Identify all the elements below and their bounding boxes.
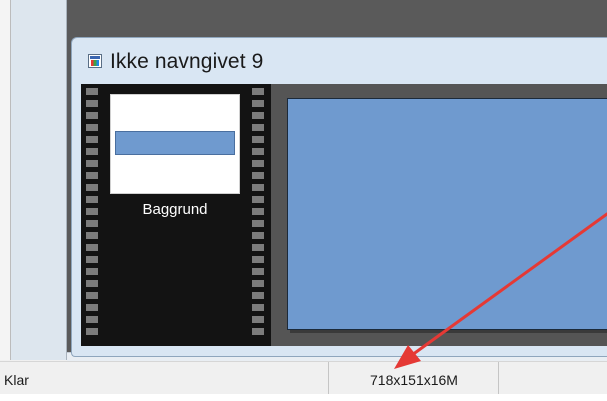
document-window[interactable]: Ikke navngivet 9 Baggrund bbox=[71, 37, 607, 357]
layer-filmstrip: Baggrund bbox=[81, 84, 271, 346]
document-client-area: Baggrund bbox=[81, 84, 607, 346]
filmstrip-sprockets-left bbox=[86, 88, 98, 338]
image-document-icon bbox=[88, 54, 102, 68]
status-bar: Klar 718x151x16M bbox=[0, 361, 607, 394]
status-ready-text: Klar bbox=[0, 362, 329, 394]
canvas-area bbox=[271, 84, 607, 346]
document-titlebar[interactable]: Ikke navngivet 9 bbox=[72, 38, 607, 84]
layer-label[interactable]: Baggrund bbox=[110, 201, 240, 218]
layer-thumbnail-preview bbox=[115, 131, 235, 155]
filmstrip-sprockets-right bbox=[252, 88, 264, 338]
status-image-size: 718x151x16M bbox=[330, 362, 499, 394]
image-canvas[interactable] bbox=[287, 98, 607, 330]
app-window: Ikke navngivet 9 Baggrund Klar 718x151x1… bbox=[0, 0, 607, 401]
document-title: Ikke navngivet 9 bbox=[110, 50, 264, 73]
side-panel bbox=[11, 0, 67, 360]
bottom-strip bbox=[0, 394, 607, 401]
status-extra-cell bbox=[500, 362, 607, 394]
layer-thumbnail[interactable] bbox=[110, 94, 240, 194]
left-rail bbox=[0, 0, 11, 360]
